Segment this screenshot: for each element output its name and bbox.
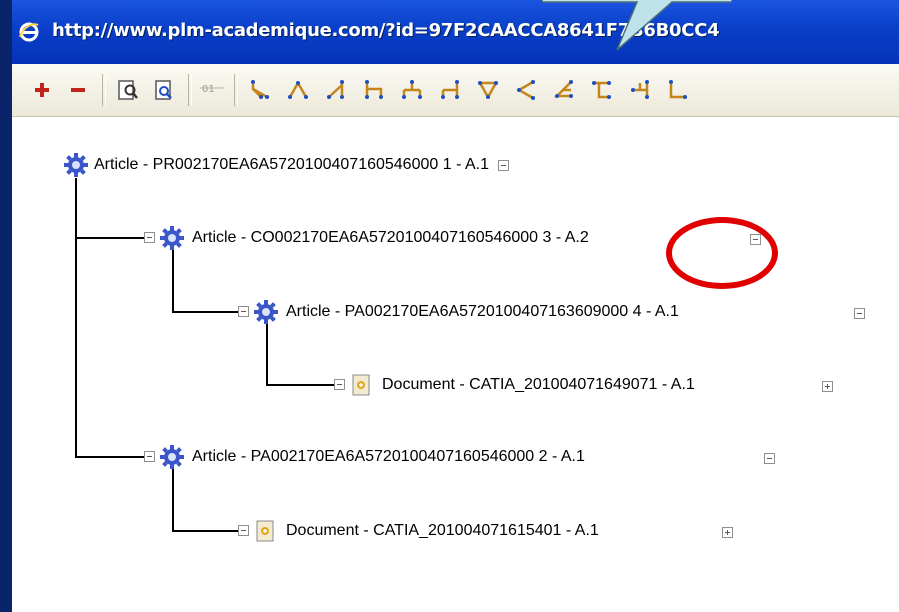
document-icon bbox=[256, 520, 274, 542]
print-preview-button[interactable] bbox=[148, 74, 180, 106]
article-gear-icon bbox=[254, 300, 278, 324]
tree-node-label[interactable]: Article - PA002170EA6A572010040716054600… bbox=[192, 448, 585, 466]
tree-node[interactable]: Article - PA002170EA6A572010040716360900… bbox=[286, 298, 679, 326]
tree-connector bbox=[172, 311, 240, 313]
toolbar-separator bbox=[234, 74, 238, 106]
article-gear-icon bbox=[160, 226, 184, 250]
tree-layout-1-button[interactable] bbox=[244, 74, 276, 106]
collapse-toggle[interactable] bbox=[854, 308, 865, 319]
tree-connector bbox=[172, 469, 174, 531]
svg-text:01: 01 bbox=[202, 84, 215, 95]
tree-node[interactable]: Document - CATIA_201004071615401 - A.1 bbox=[286, 517, 599, 545]
editor-toolbar: 01 bbox=[12, 64, 899, 117]
tree-connector bbox=[75, 237, 145, 239]
tree-layout-12-icon bbox=[669, 80, 687, 99]
tree-layout-12-button[interactable] bbox=[662, 74, 694, 106]
collapse-toggle[interactable] bbox=[498, 160, 509, 171]
tree-node-label[interactable]: Article - CO002170EA6A572010040716054600… bbox=[192, 229, 589, 247]
zoom-search-button[interactable] bbox=[112, 74, 144, 106]
toolbar-separator bbox=[102, 74, 106, 106]
add-button[interactable] bbox=[26, 74, 58, 106]
collapse-toggle[interactable] bbox=[144, 232, 155, 243]
tree-connector bbox=[172, 249, 174, 312]
tree-node[interactable]: Article - CO002170EA6A572010040716054600… bbox=[192, 224, 589, 252]
tree-layout-11-icon bbox=[631, 80, 649, 99]
tree-layout-2-button[interactable] bbox=[282, 74, 314, 106]
tree-node[interactable]: Article - PR002170EA6A572010040716054600… bbox=[94, 151, 489, 179]
expand-toggle[interactable] bbox=[722, 527, 733, 538]
tree-layout-3-icon bbox=[327, 80, 344, 99]
expand-toggle[interactable] bbox=[822, 381, 833, 392]
tree-connector bbox=[266, 324, 268, 385]
tree-node[interactable]: Document - CATIA_201004071649071 - A.1 bbox=[382, 371, 695, 399]
tree-layout-11-button[interactable] bbox=[624, 74, 656, 106]
tree-layout-5-icon bbox=[402, 80, 422, 99]
tree-layout-10-button[interactable] bbox=[586, 74, 618, 106]
tree-layout-1-icon bbox=[251, 80, 269, 99]
tree-layout-7-icon bbox=[478, 81, 498, 99]
remove-icon bbox=[71, 88, 85, 92]
tree-node-label[interactable]: Document - CATIA_201004071615401 - A.1 bbox=[286, 522, 599, 540]
window-left-border bbox=[0, 0, 12, 612]
collapse-toggle[interactable] bbox=[144, 451, 155, 462]
binary-button[interactable]: 01 bbox=[196, 74, 228, 106]
article-gear-icon bbox=[64, 153, 88, 177]
tree-layout-4-icon bbox=[365, 80, 383, 99]
tree-connector bbox=[266, 384, 334, 386]
document-icon bbox=[352, 374, 370, 396]
binary-icon: 01 bbox=[200, 84, 224, 95]
tree-layout-8-button[interactable] bbox=[510, 74, 542, 106]
tree-layout-3-button[interactable] bbox=[320, 74, 352, 106]
tree-layout-5-button[interactable] bbox=[396, 74, 428, 106]
zoom-search-icon bbox=[118, 80, 138, 100]
tree-node-label[interactable]: Article - PA002170EA6A572010040716360900… bbox=[286, 303, 679, 321]
tree-connector bbox=[172, 530, 240, 532]
collapse-toggle[interactable] bbox=[764, 453, 775, 464]
tree-layout-2-icon bbox=[288, 81, 308, 99]
tree-node-label[interactable]: Document - CATIA_201004071649071 - A.1 bbox=[382, 376, 695, 394]
browser-titlebar: http://www.plm-academique.com/?id=97F2CA… bbox=[12, 0, 899, 64]
tree-connector bbox=[75, 178, 77, 457]
tree-layout-9-icon bbox=[553, 80, 573, 98]
tree-node[interactable]: Article - PA002170EA6A572010040716054600… bbox=[192, 443, 585, 471]
toolbar-separator bbox=[188, 74, 192, 106]
tree-layout-9-button[interactable] bbox=[548, 74, 580, 106]
collapse-toggle[interactable] bbox=[238, 525, 249, 536]
tree-layout-10-icon bbox=[592, 81, 611, 99]
remove-button[interactable] bbox=[62, 74, 94, 106]
add-icon bbox=[35, 83, 49, 97]
article-gear-icon bbox=[160, 445, 184, 469]
collapse-toggle[interactable] bbox=[334, 379, 345, 390]
revision-highlight-circle bbox=[666, 217, 778, 289]
tree-node-label[interactable]: Article - PR002170EA6A572010040716054600… bbox=[94, 156, 489, 174]
tree-layout-6-button[interactable] bbox=[434, 74, 466, 106]
tree-layout-4-button[interactable] bbox=[358, 74, 390, 106]
tree-layout-8-icon bbox=[516, 80, 535, 100]
tree-layout-6-icon bbox=[441, 80, 459, 99]
print-preview-icon bbox=[155, 80, 172, 100]
tree-layout-7-button[interactable] bbox=[472, 74, 504, 106]
callout-bubble-tail bbox=[542, 0, 732, 51]
collapse-toggle[interactable] bbox=[238, 306, 249, 317]
tree-connector bbox=[75, 456, 145, 458]
internet-explorer-icon bbox=[19, 22, 39, 42]
product-structure-tree: Article - PR002170EA6A572010040716054600… bbox=[12, 117, 899, 612]
